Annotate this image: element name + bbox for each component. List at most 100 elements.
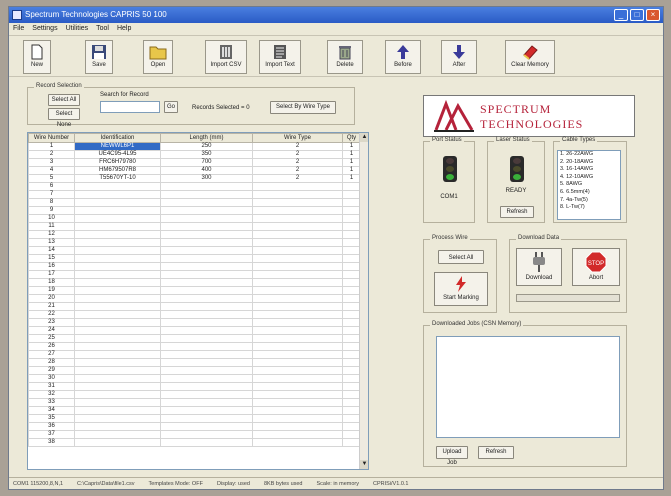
import-text-button[interactable]: Import Text	[259, 40, 301, 74]
cell-empty[interactable]	[74, 270, 161, 279]
select-all-button[interactable]: Select All	[48, 94, 80, 106]
cell-wire-number[interactable]: 15	[28, 254, 75, 263]
cable-type-item[interactable]: 8. L-Tw(7)	[560, 204, 620, 212]
cell-empty[interactable]	[160, 350, 253, 359]
cell-empty[interactable]	[160, 310, 253, 319]
abort-button[interactable]: STOP Abort	[572, 248, 620, 286]
cell-empty[interactable]	[252, 270, 343, 279]
cell-empty[interactable]	[252, 230, 343, 239]
open-button[interactable]: Open	[143, 40, 173, 74]
table-row[interactable]: 24	[28, 326, 361, 335]
cell-wire-number[interactable]: 8	[28, 198, 75, 207]
cell-identification[interactable]: HM679507R8	[74, 166, 161, 175]
cell-empty[interactable]	[342, 286, 361, 295]
table-row[interactable]: 36	[28, 422, 361, 431]
cell-empty[interactable]	[74, 318, 161, 327]
cell-wire-number[interactable]: 36	[28, 422, 75, 431]
cell-wire-number[interactable]: 38	[28, 438, 75, 447]
cell-empty[interactable]	[74, 246, 161, 255]
cell-empty[interactable]	[74, 358, 161, 367]
cell-length[interactable]: 700	[160, 158, 253, 167]
menu-help[interactable]: Help	[117, 23, 131, 35]
table-row[interactable]: 22	[28, 310, 361, 319]
cell-empty[interactable]	[252, 302, 343, 311]
table-row[interactable]: 23	[28, 318, 361, 327]
cell-empty[interactable]	[252, 262, 343, 271]
cell-wire-number[interactable]: 32	[28, 390, 75, 399]
column-wire-type[interactable]: Wire Type	[252, 133, 343, 143]
table-row[interactable]: 8	[28, 198, 361, 207]
cell-empty[interactable]	[252, 214, 343, 223]
table-row[interactable]: 13	[28, 238, 361, 247]
cell-empty[interactable]	[252, 246, 343, 255]
cell-empty[interactable]	[74, 398, 161, 407]
cell-empty[interactable]	[342, 430, 361, 439]
cell-empty[interactable]	[342, 390, 361, 399]
table-row[interactable]: 30	[28, 374, 361, 383]
cell-empty[interactable]	[74, 254, 161, 263]
cell-empty[interactable]	[342, 318, 361, 327]
table-row[interactable]: 20	[28, 294, 361, 303]
table-row[interactable]: 32	[28, 390, 361, 399]
cell-empty[interactable]	[160, 390, 253, 399]
cell-empty[interactable]	[160, 414, 253, 423]
cell-empty[interactable]	[160, 190, 253, 199]
cell-empty[interactable]	[74, 262, 161, 271]
cell-wire-type[interactable]: 2	[252, 158, 343, 167]
menu-settings[interactable]: Settings	[32, 23, 57, 35]
cell-empty[interactable]	[160, 422, 253, 431]
cell-wire-number[interactable]: 7	[28, 190, 75, 199]
cell-empty[interactable]	[160, 438, 253, 447]
cell-length[interactable]: 350	[160, 150, 253, 159]
jobs-refresh-button[interactable]: Refresh	[478, 446, 514, 459]
cell-identification[interactable]: T55670YT-10	[74, 174, 161, 183]
scroll-down-icon[interactable]: ▼	[360, 460, 368, 469]
table-row[interactable]: 26	[28, 342, 361, 351]
table-row[interactable]: 2 UE4C95-4L95 350 2 1	[28, 150, 361, 159]
cell-wire-number[interactable]: 27	[28, 350, 75, 359]
cell-empty[interactable]	[342, 350, 361, 359]
cell-empty[interactable]	[160, 230, 253, 239]
cell-empty[interactable]	[342, 294, 361, 303]
table-row[interactable]: 4 HM679507R8 400 2 1	[28, 166, 361, 175]
cell-empty[interactable]	[252, 358, 343, 367]
select-none-button[interactable]: Select None	[48, 108, 80, 128]
cell-empty[interactable]	[160, 222, 253, 231]
cell-empty[interactable]	[160, 286, 253, 295]
cell-wire-number[interactable]: 29	[28, 366, 75, 375]
cell-empty[interactable]	[252, 390, 343, 399]
cell-empty[interactable]	[160, 366, 253, 375]
cell-empty[interactable]	[160, 270, 253, 279]
cell-empty[interactable]	[252, 326, 343, 335]
cell-empty[interactable]	[252, 318, 343, 327]
upload-job-button[interactable]: Upload Job	[436, 446, 468, 466]
cell-wire-number[interactable]: 18	[28, 278, 75, 287]
cell-wire-type[interactable]: 2	[252, 150, 343, 159]
cell-wire-number[interactable]: 2	[28, 150, 75, 159]
column-wire-number[interactable]: Wire Number	[28, 133, 75, 143]
cell-wire-number[interactable]: 16	[28, 262, 75, 271]
cell-empty[interactable]	[160, 246, 253, 255]
cell-empty[interactable]	[252, 382, 343, 391]
table-row[interactable]: 12	[28, 230, 361, 239]
insert-after-button[interactable]: After	[441, 40, 477, 74]
cell-empty[interactable]	[342, 182, 361, 191]
cell-wire-number[interactable]: 11	[28, 222, 75, 231]
cell-wire-number[interactable]: 13	[28, 238, 75, 247]
table-row[interactable]: 27	[28, 350, 361, 359]
wire-table[interactable]: Wire Number Identification Length (mm) W…	[27, 132, 369, 470]
clear-memory-button[interactable]: Clear Memory	[505, 40, 555, 74]
cell-empty[interactable]	[342, 366, 361, 375]
cell-wire-number[interactable]: 19	[28, 286, 75, 295]
cable-type-item[interactable]: 2. 20-18AWG	[560, 159, 620, 167]
save-button[interactable]: Save	[85, 40, 113, 74]
cell-empty[interactable]	[342, 326, 361, 335]
cable-type-item[interactable]: 7. 4a-Tw(5)	[560, 197, 620, 205]
cell-qty[interactable]: 1	[342, 174, 361, 183]
table-row[interactable]: 14	[28, 246, 361, 255]
column-identification[interactable]: Identification	[74, 133, 161, 143]
cell-wire-number[interactable]: 9	[28, 206, 75, 215]
cable-type-item[interactable]: 5. 8AWG	[560, 181, 620, 189]
cell-empty[interactable]	[74, 190, 161, 199]
cell-empty[interactable]	[160, 278, 253, 287]
